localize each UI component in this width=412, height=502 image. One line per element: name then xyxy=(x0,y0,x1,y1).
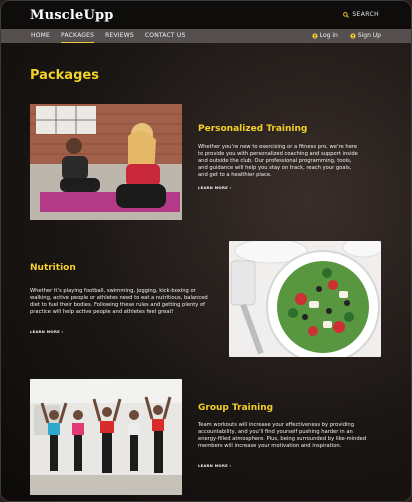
learn-more-link-group-training[interactable]: LEARN MORE › xyxy=(198,463,231,468)
learn-more-label: LEARN MORE xyxy=(198,463,228,468)
nutrition-image xyxy=(229,241,381,357)
section-text-group-training: Team workouts will increase your effecti… xyxy=(198,422,367,449)
main-nav: HOME PACKAGES REVIEWS CONTACT US xyxy=(31,32,186,43)
login-link[interactable]: Log in xyxy=(312,32,338,39)
auth-links: Log in Sign Up xyxy=(312,32,381,39)
arrow-right-icon: › xyxy=(61,329,64,334)
nav-item-contact-us[interactable]: CONTACT US xyxy=(145,32,186,39)
search-icon xyxy=(343,11,350,18)
signup-link[interactable]: Sign Up xyxy=(350,32,381,39)
group-training-image xyxy=(30,379,182,495)
learn-more-link-nutrition[interactable]: LEARN MORE › xyxy=(30,329,63,334)
learn-more-label: LEARN MORE xyxy=(30,329,60,334)
section-text-nutrition: Whether it’s playing football, swimming,… xyxy=(30,288,208,315)
user-plus-icon xyxy=(350,32,356,39)
search-button[interactable]: SEARCH xyxy=(343,11,379,18)
nav-item-packages[interactable]: PACKAGES xyxy=(61,32,95,43)
page-title: Packages xyxy=(30,68,99,83)
section-title-personalized-training: Personalized Training xyxy=(198,124,308,134)
group-training-photo xyxy=(30,379,182,495)
nutrition-photo xyxy=(229,241,381,357)
page-frame: MuscleUpp SEARCH HOME PACKAGES REVIEWS C… xyxy=(0,0,412,502)
user-icon xyxy=(312,32,318,39)
personalized-training-image xyxy=(30,104,182,220)
nav-item-reviews[interactable]: REVIEWS xyxy=(105,32,134,39)
brand-logo[interactable]: MuscleUpp xyxy=(30,8,114,23)
learn-more-label: LEARN MORE xyxy=(198,185,228,190)
section-text-personalized-training: Whether you’re new to exercising or a fi… xyxy=(198,144,358,178)
login-label: Log in xyxy=(319,32,338,39)
search-label: SEARCH xyxy=(352,11,379,18)
nav-bar: HOME PACKAGES REVIEWS CONTACT US Log in xyxy=(1,29,411,43)
learn-more-link-personalized-training[interactable]: LEARN MORE › xyxy=(198,185,231,190)
section-title-group-training: Group Training xyxy=(198,403,274,413)
arrow-right-icon: › xyxy=(229,463,232,468)
signup-label: Sign Up xyxy=(357,32,381,39)
personalized-training-photo xyxy=(30,104,182,220)
arrow-right-icon: › xyxy=(229,185,232,190)
section-title-nutrition: Nutrition xyxy=(30,263,76,273)
top-bar: MuscleUpp SEARCH xyxy=(1,1,411,29)
nav-item-home[interactable]: HOME xyxy=(31,32,50,39)
